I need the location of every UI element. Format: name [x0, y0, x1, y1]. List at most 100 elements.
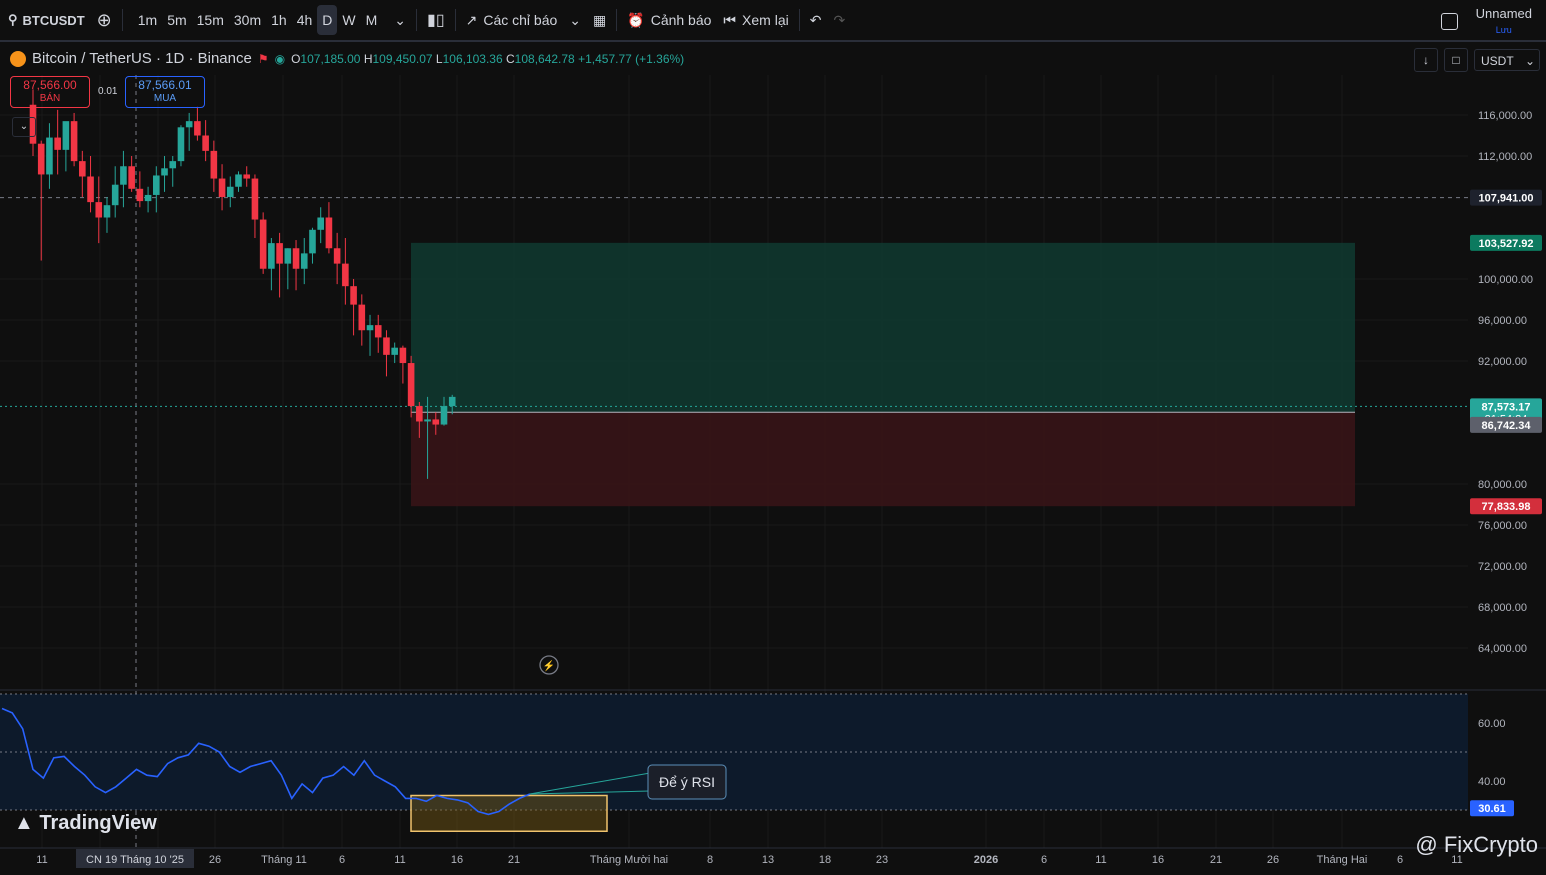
candle[interactable] — [87, 156, 94, 213]
timeframe-1h[interactable]: 1h — [266, 12, 292, 28]
buy-button[interactable]: 87,566.01 MUA — [125, 76, 205, 108]
candle[interactable] — [218, 164, 226, 211]
loss-zone[interactable] — [411, 412, 1355, 507]
candle-body — [70, 121, 78, 162]
timeframe-d[interactable]: D — [317, 5, 338, 35]
candle[interactable] — [194, 106, 201, 141]
candle-body — [317, 217, 324, 230]
sell-button[interactable]: 87,566.00 BÁN — [10, 76, 90, 108]
candle[interactable] — [70, 112, 78, 167]
divider — [454, 9, 456, 31]
candle[interactable] — [342, 238, 349, 305]
ohlc-values: O107,185.00 H109,450.07 L106,103.36 C108… — [291, 52, 684, 66]
time-tick-label: 21 — [508, 854, 520, 866]
candle[interactable] — [226, 176, 234, 208]
candle[interactable] — [136, 171, 144, 208]
timeframe-30m[interactable]: 30m — [229, 12, 266, 28]
timeframe-1m[interactable]: 1m — [133, 12, 162, 28]
candle[interactable] — [62, 121, 70, 172]
candle[interactable] — [350, 279, 357, 336]
candle[interactable] — [185, 112, 193, 151]
candle-body — [103, 205, 111, 218]
chart-svg[interactable]: Để ý RSI 116,000.00 112,000.00 100,000.00 9… — [0, 42, 1546, 870]
candle[interactable] — [366, 314, 374, 356]
chart-type-button[interactable]: ▮▯ — [421, 0, 451, 40]
candle[interactable] — [374, 314, 382, 353]
candle[interactable] — [391, 342, 398, 364]
timeframe-15m[interactable]: 15m — [192, 12, 229, 28]
fullscreen-button[interactable]: □ — [1444, 48, 1468, 72]
candle[interactable] — [46, 123, 53, 189]
time-tick-label: 11 — [36, 854, 47, 866]
candle[interactable] — [276, 232, 283, 298]
candle[interactable] — [111, 166, 119, 218]
candle[interactable] — [120, 150, 127, 208]
candle[interactable] — [95, 176, 103, 244]
replay-label: Xem lại — [742, 12, 789, 28]
alert-button[interactable]: ⏰ Cảnh báo — [621, 0, 717, 40]
chart-area[interactable]: Để ý RSI 116,000.00 112,000.00 100,000.00 9… — [0, 42, 1546, 870]
scroll-down-button[interactable]: ↓ — [1414, 48, 1438, 72]
candle[interactable] — [177, 125, 185, 167]
time-tick-label: 11 — [394, 854, 405, 866]
sell-price: 87,566.00 — [23, 78, 77, 92]
layout-name-button[interactable]: Unnamed Lưu — [1441, 6, 1532, 36]
symbol-search[interactable]: ⚲ BTCUSDT — [0, 0, 91, 40]
candle[interactable] — [259, 212, 267, 274]
undo-icon: ↶ — [809, 11, 822, 28]
timeframe-m[interactable]: M — [361, 12, 383, 28]
candle[interactable] — [243, 166, 251, 187]
candle[interactable] — [103, 197, 111, 233]
candle[interactable] — [317, 207, 324, 244]
fixcrypto-watermark: @ FixCrypto — [1415, 832, 1538, 858]
profit-zone[interactable] — [411, 242, 1355, 413]
candle-body — [136, 188, 144, 202]
candle[interactable] — [358, 294, 366, 346]
candle[interactable] — [399, 345, 407, 384]
candle[interactable] — [251, 174, 259, 238]
collapse-legend-button[interactable]: ⌄ — [12, 117, 36, 137]
rsi-tick-label: 60.00 — [1478, 718, 1506, 730]
candle[interactable] — [210, 140, 218, 192]
timeframe-5m[interactable]: 5m — [162, 12, 191, 28]
price-tick-label: 68,000.00 — [1478, 602, 1527, 614]
candle[interactable] — [300, 238, 308, 285]
tradingview-text: TradingView — [39, 812, 157, 834]
candle-body — [210, 150, 218, 179]
currency-select[interactable]: USDT ⌄ — [1474, 49, 1540, 71]
candle[interactable] — [79, 150, 86, 197]
candle[interactable] — [325, 202, 333, 254]
replay-button[interactable]: ⏮ Xem lại — [717, 0, 794, 40]
candle[interactable] — [54, 109, 61, 175]
timeframe-w[interactable]: W — [337, 12, 360, 28]
candle[interactable] — [161, 156, 168, 192]
candle[interactable] — [153, 166, 160, 213]
candle[interactable] — [284, 248, 292, 290]
indicators-button[interactable]: ↗ Các chỉ báo ⌄ — [460, 0, 587, 40]
candle[interactable] — [37, 140, 45, 261]
time-tick-label: 6 — [1397, 854, 1403, 866]
candle[interactable] — [383, 330, 390, 377]
candle[interactable] — [128, 156, 135, 192]
redo-button[interactable]: ↷ — [827, 0, 851, 40]
candle[interactable] — [144, 186, 152, 213]
candle-body — [87, 176, 94, 203]
timeframe-4h[interactable]: 4h — [292, 12, 318, 28]
candle[interactable] — [333, 232, 341, 285]
templates-button[interactable]: ▦ — [587, 0, 612, 40]
candle[interactable] — [235, 171, 242, 192]
chart-title: Bitcoin / TetherUS · 1D · Binance — [32, 50, 252, 67]
compare-button[interactable]: ⊕ — [91, 0, 118, 40]
alert-label: Cảnh báo — [650, 12, 712, 28]
candle[interactable] — [268, 238, 275, 291]
candle[interactable] — [169, 156, 177, 187]
candle-body — [342, 263, 349, 287]
time-tick-label: 21 — [1210, 854, 1222, 866]
candle-body — [358, 304, 366, 331]
candle[interactable] — [292, 240, 300, 291]
timeframe-dropdown[interactable]: ⌄ — [388, 0, 412, 40]
undo-button[interactable]: ↶ — [804, 0, 828, 40]
candle[interactable] — [202, 120, 209, 162]
rsi-highlight-box[interactable] — [410, 794, 608, 832]
candle[interactable] — [309, 227, 316, 264]
